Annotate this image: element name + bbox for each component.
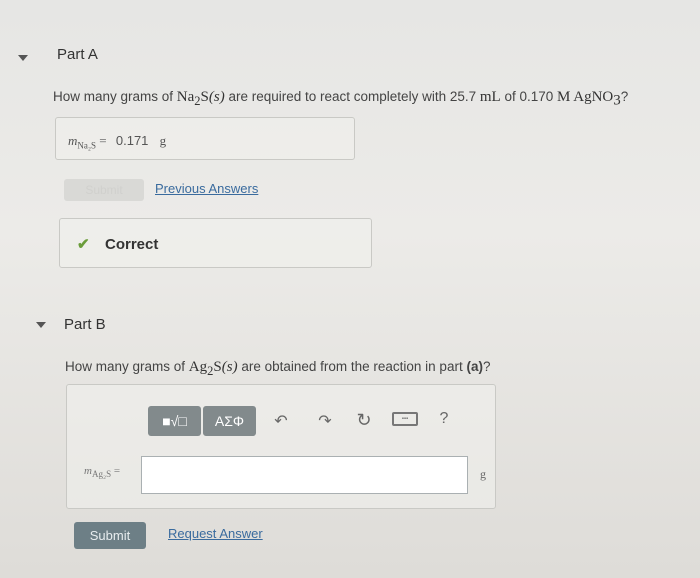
part-b-collapse-caret-icon[interactable]	[36, 322, 46, 328]
part-b-title: Part B	[64, 316, 106, 333]
answer-equals: =	[99, 133, 107, 148]
part-a-question: How many grams of Na2S(s) are required t…	[53, 89, 629, 109]
part-a-title: Part A	[57, 46, 98, 63]
undo-icon[interactable]: ↶	[269, 411, 293, 431]
part-a-submit-button[interactable]: Submit	[64, 179, 144, 201]
part-b-submit-button[interactable]: Submit	[74, 522, 146, 549]
checkmark-icon: ✔	[77, 236, 90, 253]
answer-value: 0.171	[115, 133, 149, 148]
redo-icon[interactable]: ↷	[313, 411, 337, 431]
request-answer-link[interactable]: Request Answer	[168, 526, 263, 541]
part-b-answer-input[interactable]	[141, 456, 468, 494]
part-a-answer: mNa₂S = 0.171 g	[68, 133, 166, 151]
part-b-question: How many grams of Ag2S(s) are obtained f…	[65, 359, 491, 378]
reset-icon[interactable]: ↻	[352, 410, 376, 431]
answer-variable: m	[68, 133, 78, 148]
templates-button[interactable]: ■√□	[148, 406, 201, 436]
part-b-input-unit: g	[480, 467, 486, 481]
keyboard-icon[interactable]: ▪▪▪	[392, 412, 418, 426]
answer-unit: g	[159, 133, 167, 148]
symbols-button[interactable]: ΑΣΦ	[203, 406, 256, 436]
part-b-input-label: mAg₂S =	[84, 465, 121, 480]
part-a-collapse-caret-icon[interactable]	[18, 55, 28, 61]
previous-answers-link[interactable]: Previous Answers	[155, 181, 258, 196]
help-button[interactable]: ?	[432, 410, 456, 428]
answer-variable-subscript: Na₂S	[77, 140, 97, 151]
correct-label: Correct	[105, 236, 159, 253]
